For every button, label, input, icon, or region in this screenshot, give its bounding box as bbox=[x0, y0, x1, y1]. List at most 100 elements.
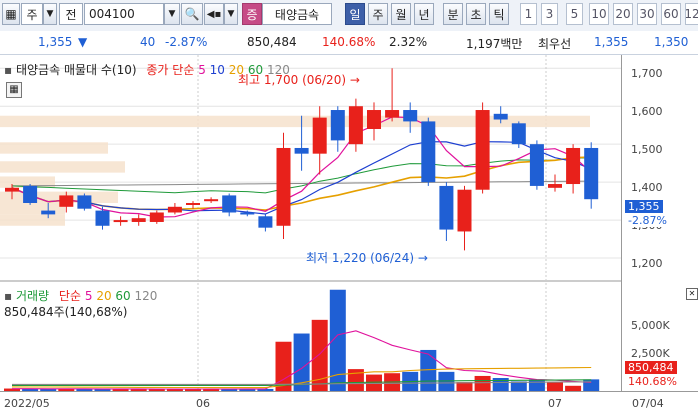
volume-pct-tag: 140.68% bbox=[625, 375, 680, 388]
mode-dropdown-arrow-icon[interactable]: ▼ bbox=[43, 3, 57, 25]
current-price: 1,355 bbox=[38, 35, 73, 49]
ma-label: 종가 단순 bbox=[146, 63, 195, 77]
period-tab-day[interactable]: 일 bbox=[345, 3, 365, 25]
volume-tick: 2,500K bbox=[631, 347, 670, 360]
candle-up bbox=[149, 212, 164, 222]
table-icon[interactable]: ▦ bbox=[6, 82, 22, 98]
period-tab-year[interactable]: 년 bbox=[414, 3, 434, 25]
ma20-label: 20 bbox=[228, 63, 245, 77]
volume-ratio: 140.68% bbox=[322, 35, 376, 49]
speaker-dropdown-arrow-icon[interactable]: ▼ bbox=[224, 3, 238, 25]
interval-20[interactable]: 20 bbox=[613, 3, 633, 25]
candle-up bbox=[113, 220, 128, 223]
candle-down bbox=[584, 147, 599, 200]
x-label: 07 bbox=[548, 397, 562, 410]
interval-30[interactable]: 30 bbox=[637, 3, 657, 25]
period-tab-minute[interactable]: 분 bbox=[443, 3, 463, 25]
candle-up bbox=[566, 147, 581, 185]
candle-down bbox=[439, 185, 454, 230]
candle-down bbox=[493, 113, 508, 120]
best-quote-label: 최우선 bbox=[538, 37, 572, 51]
price-tick: 1,500 bbox=[631, 143, 663, 156]
price-tick: 1,700 bbox=[631, 67, 663, 80]
price-tick: 1,600 bbox=[631, 105, 663, 118]
interval-1[interactable]: 1 bbox=[520, 3, 537, 25]
vol-ma5-label: 5 bbox=[84, 289, 93, 303]
price-legend: ▪ 태양금속 매물대 수(10) 종가 단순 5 10 20 60 120 bbox=[4, 61, 290, 78]
volume-tick: 5,000K bbox=[631, 319, 670, 332]
time-axis bbox=[0, 391, 698, 416]
volume-bar-down bbox=[583, 379, 600, 391]
candle-up bbox=[204, 199, 219, 202]
candle-up bbox=[312, 117, 327, 154]
stock-code-input[interactable]: 004100 bbox=[84, 3, 164, 25]
min-price-annotation: 최저 1,220 (06/24) → bbox=[306, 251, 428, 265]
period-tab-tick[interactable]: 틱 bbox=[489, 3, 509, 25]
volume-legend: ▪ 거래량 단순 5 20 60 120 bbox=[4, 287, 157, 304]
period-tab-week[interactable]: 주 bbox=[368, 3, 388, 25]
period-tab-month[interactable]: 월 bbox=[391, 3, 411, 25]
quote-bar: 1,355 ▼ 40 -2.87% 850,484 140.68% 2.32% … bbox=[0, 31, 698, 55]
turnover-pct: 2.32% bbox=[389, 35, 428, 49]
ma10-label: 10 bbox=[209, 63, 225, 77]
candle-up bbox=[475, 110, 490, 190]
volume-profile-band bbox=[0, 142, 108, 154]
candle-down bbox=[41, 210, 56, 215]
ma5-label: 5 bbox=[198, 63, 206, 77]
price-axis: 1,700 1,600 1,500 1,400 1,300 1,200 1,35… bbox=[621, 55, 698, 391]
price-change: 40 bbox=[140, 35, 156, 49]
ma120-label: 120 bbox=[267, 63, 290, 77]
volume-profile-band bbox=[0, 203, 65, 215]
legend-square-icon: ▪ bbox=[4, 289, 13, 303]
candle-up bbox=[131, 218, 146, 222]
candle-up bbox=[276, 147, 291, 226]
speaker-icon[interactable]: ◀▪ bbox=[204, 3, 224, 25]
candlestick-chart[interactable]: 최고 1,700 (06/20) →최저 1,220 (06/24) → bbox=[0, 55, 621, 391]
close-panel-icon[interactable]: ✕ bbox=[686, 288, 698, 300]
volume-bar-up bbox=[547, 382, 563, 391]
candle-down bbox=[511, 123, 526, 145]
candle-up bbox=[167, 206, 182, 213]
price-change-pct: -2.87% bbox=[165, 35, 208, 49]
interval-3[interactable]: 3 bbox=[541, 3, 558, 25]
volume-bar-up bbox=[474, 375, 491, 391]
chart-area[interactable]: 최고 1,700 (06/20) → 최저 1,220 (06/24) → ▪ 태… bbox=[0, 55, 621, 391]
candle-down bbox=[330, 110, 345, 141]
volume-bar-up bbox=[275, 341, 292, 391]
search-icon[interactable]: 🔍 bbox=[181, 3, 203, 25]
candle-up bbox=[186, 203, 200, 205]
candle-up bbox=[5, 187, 19, 192]
candle-down bbox=[421, 121, 436, 183]
candle-up bbox=[348, 106, 363, 145]
candle-down bbox=[95, 210, 110, 226]
best-ask: 1,355 bbox=[594, 35, 629, 49]
x-label: 07/04 bbox=[632, 397, 664, 410]
vol-ma120-label: 120 bbox=[134, 289, 158, 303]
interval-10[interactable]: 10 bbox=[589, 3, 609, 25]
vol-ma20-label: 20 bbox=[96, 289, 112, 303]
code-dropdown-arrow-icon[interactable]: ▼ bbox=[164, 3, 180, 25]
mode-select[interactable]: 주 bbox=[21, 3, 43, 25]
period-tab-second[interactable]: 초 bbox=[466, 3, 486, 25]
volume-tag: 850,484 bbox=[625, 361, 677, 374]
grid-menu-icon[interactable]: ▦ bbox=[2, 3, 20, 25]
prev-button[interactable]: 전 bbox=[59, 3, 83, 25]
volume-profile-band bbox=[0, 214, 65, 226]
current-price-tag: 1,355 bbox=[625, 200, 663, 213]
candle-up bbox=[59, 195, 74, 207]
candle-down bbox=[23, 185, 38, 203]
price-legend-title: 태양금속 매물대 수(10) bbox=[15, 63, 137, 77]
candle-down bbox=[258, 216, 273, 228]
candle-down bbox=[240, 212, 255, 215]
interval-120[interactable]: 12 bbox=[685, 3, 698, 25]
stock-name-field[interactable]: 태양금속 bbox=[262, 3, 332, 25]
candle-down bbox=[294, 147, 309, 154]
interval-5[interactable]: 5 bbox=[566, 3, 583, 25]
volume-bar-down bbox=[528, 379, 545, 391]
candle-up bbox=[367, 110, 381, 129]
interval-60[interactable]: 60 bbox=[661, 3, 681, 25]
down-arrow-icon: ▼ bbox=[78, 35, 88, 49]
vol-ma60-label: 60 bbox=[115, 289, 131, 303]
volume-profile-band bbox=[0, 161, 125, 173]
candle-down bbox=[529, 144, 544, 186]
